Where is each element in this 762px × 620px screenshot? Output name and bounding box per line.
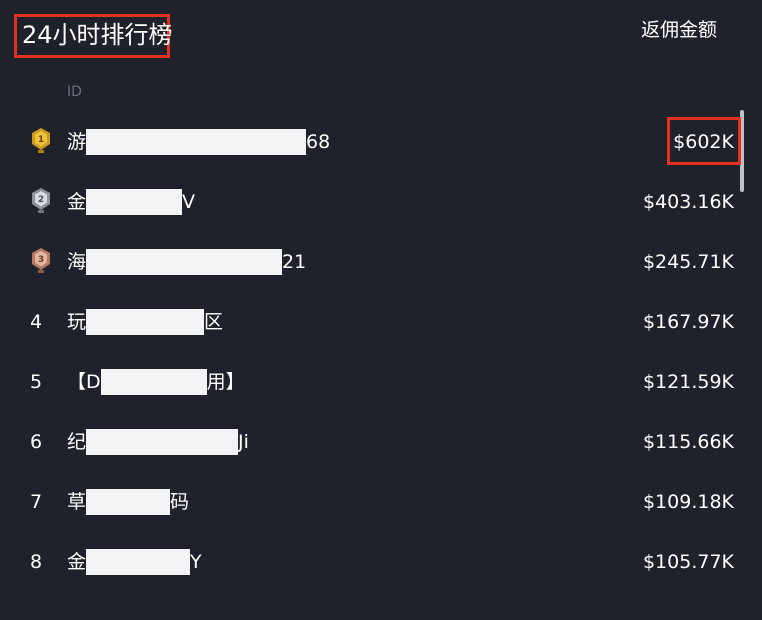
redaction-block (86, 429, 239, 455)
user-id: 游 68 (67, 128, 330, 156)
amount-column-header: 返佣金额 (640, 19, 717, 41)
rebate-amount: $121.59K (642, 371, 734, 393)
bronze-medal-icon: 3 (32, 248, 50, 273)
leaderboard-row-8[interactable]: 8 金Y $105.77K (0, 532, 762, 592)
redaction-block (86, 189, 183, 215)
user-id-end: Y (190, 551, 202, 573)
rebate-amount: $602K (673, 131, 734, 153)
user-id-end: 区 (204, 311, 224, 333)
redaction-block (86, 249, 283, 275)
rebate-amount: $403.16K (642, 191, 734, 213)
leaderboard-row-5[interactable]: 5 【D 用】 $121.59K (0, 352, 762, 412)
user-id-end: V (182, 191, 196, 213)
rank-number: 6 (29, 431, 43, 453)
user-id: 纪 Ji (67, 428, 249, 456)
user-id-end: 码 (170, 491, 190, 513)
rank-number: 7 (29, 491, 43, 513)
id-column-header: ID (67, 84, 82, 100)
user-id-end: 21 (282, 251, 307, 273)
user-id-start: 【D (67, 371, 101, 393)
rebate-amount: $105.77K (642, 551, 734, 573)
gold-medal-icon: 1 (32, 128, 50, 153)
user-id-end: 用】 (206, 371, 245, 393)
user-id: 【D 用】 (67, 368, 245, 396)
leaderboard-row-1[interactable]: 1 游 68 $602K (0, 112, 762, 172)
user-id-start: 海 (67, 251, 87, 273)
leaderboard-panel: 24小时排行榜 ID 返佣金额 1 游 68 $602K 2 金V $403.16… (0, 0, 762, 620)
leaderboard-title: 24小时排行榜 (22, 21, 173, 49)
rank-number: 8 (29, 551, 43, 573)
leaderboard-row-4[interactable]: 4 玩区 $167.97K (0, 292, 762, 352)
redaction-block (86, 549, 191, 575)
user-id: 金Y (67, 548, 202, 576)
user-id: 玩区 (67, 308, 223, 336)
redaction-block (86, 129, 307, 155)
rebate-amount: $245.71K (642, 251, 734, 273)
redaction-block (100, 369, 207, 395)
user-id-start: 金 (67, 551, 87, 573)
leaderboard-row-3[interactable]: 3 海 21 $245.71K (0, 232, 762, 292)
rebate-amount: $167.97K (642, 311, 734, 333)
leaderboard-row-6[interactable]: 6 纪 Ji $115.66K (0, 412, 762, 472)
silver-medal-icon: 2 (32, 188, 50, 213)
user-id-end: 68 (306, 131, 331, 153)
user-id: 金V (67, 188, 195, 216)
svg-text:2: 2 (38, 195, 44, 205)
rebate-amount: $115.66K (642, 431, 734, 453)
rank-number: 5 (29, 371, 43, 393)
rank-number: 4 (29, 311, 43, 333)
redaction-block (86, 309, 205, 335)
user-id-end: Ji (238, 431, 249, 453)
leaderboard-row-7[interactable]: 7 草码 $109.18K (0, 472, 762, 532)
user-id-start: 游 (67, 131, 87, 153)
svg-text:1: 1 (38, 135, 44, 145)
svg-text:3: 3 (38, 255, 44, 265)
user-id-start: 金 (67, 191, 87, 213)
rebate-amount: $109.18K (642, 491, 734, 513)
user-id-start: 纪 (67, 431, 87, 453)
user-id: 草码 (67, 488, 189, 516)
user-id-start: 草 (67, 491, 87, 513)
user-id: 海 21 (67, 248, 306, 276)
leaderboard-row-2[interactable]: 2 金V $403.16K (0, 172, 762, 232)
redaction-block (86, 489, 171, 515)
user-id-start: 玩 (67, 311, 87, 333)
